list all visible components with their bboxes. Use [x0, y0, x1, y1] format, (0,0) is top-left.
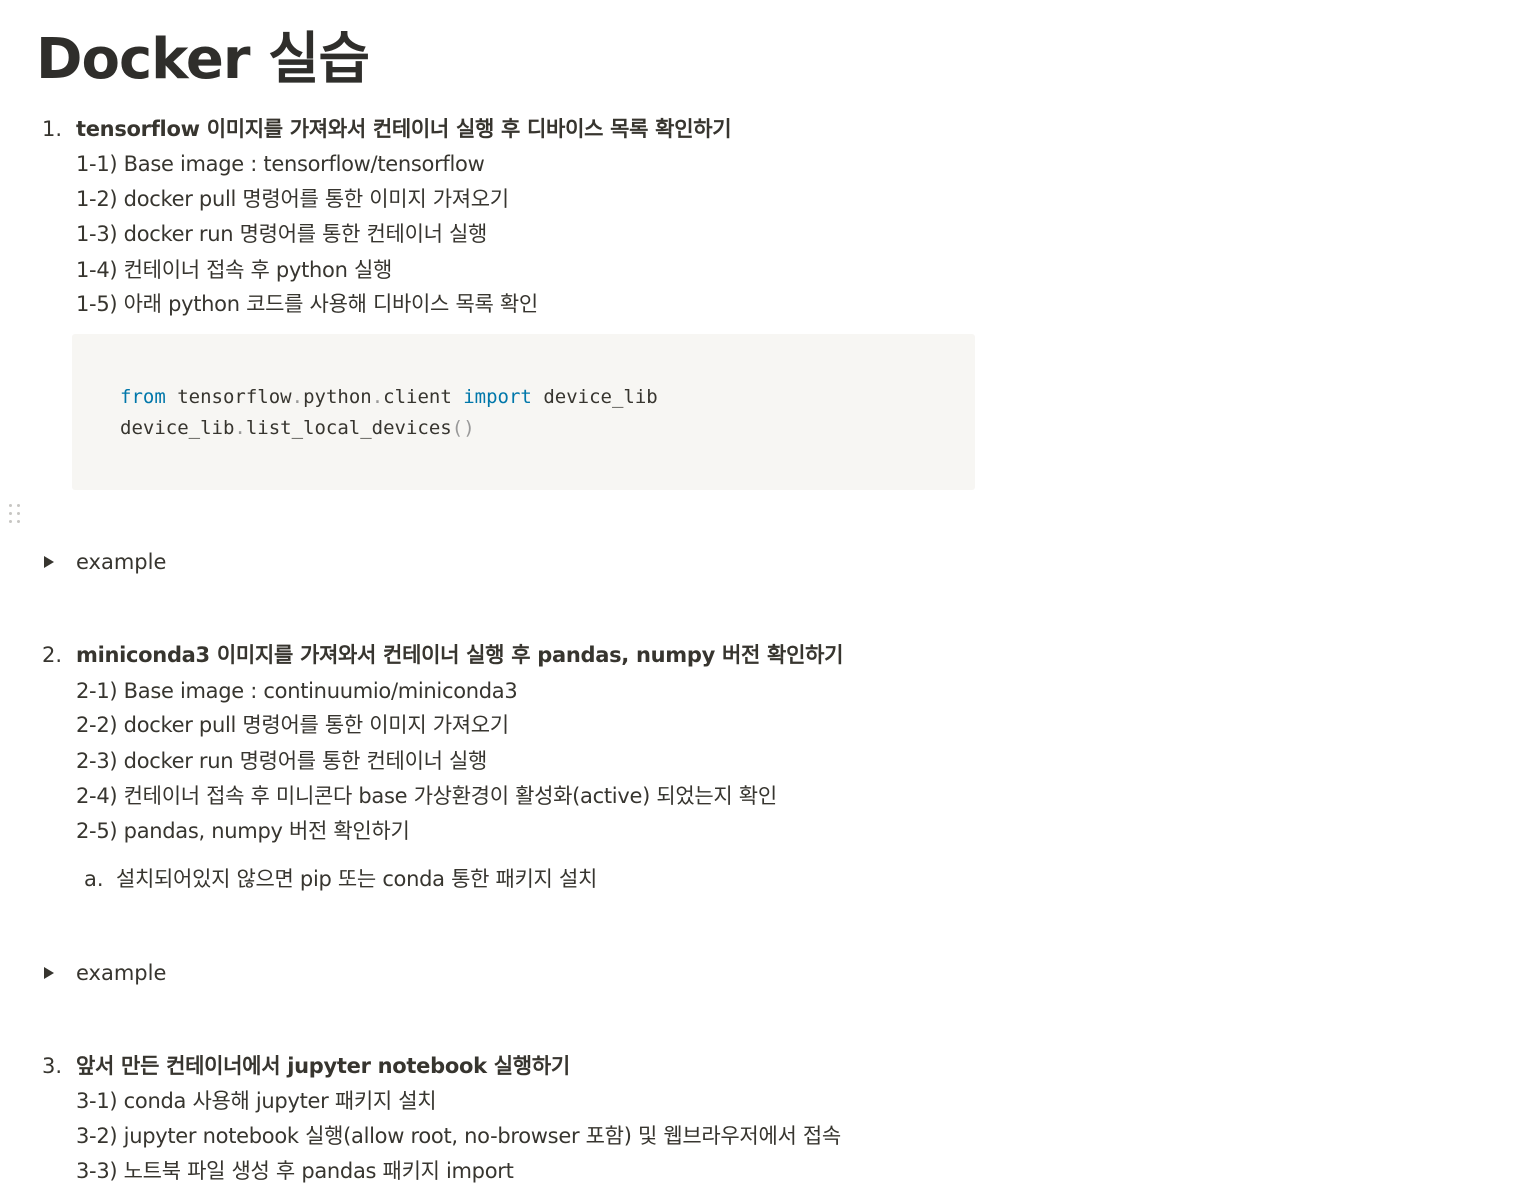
- code-keyword: import: [463, 386, 532, 408]
- code-line: device_lib.list_local_devices(): [120, 413, 475, 443]
- list-number: 3.: [42, 1054, 63, 1078]
- code-token: tensorflow: [165, 386, 292, 408]
- toggle-label: example: [76, 550, 167, 574]
- list-item: 3-3) 노트북 파일 생성 후 pandas 패키지 import: [76, 1159, 514, 1183]
- list-item: 3-2) jupyter notebook 실행(allow root, no-…: [76, 1124, 841, 1148]
- code-token: list_local_devices: [245, 417, 452, 439]
- list-item: 1-5) 아래 python 코드를 사용해 디바이스 목록 확인: [76, 292, 538, 316]
- code-punctuation: .: [291, 386, 304, 408]
- list-item: 1-4) 컨테이너 접속 후 python 실행: [76, 258, 393, 282]
- list-number: 1.: [42, 117, 63, 141]
- list-item: 3-1) conda 사용해 jupyter 패키지 설치: [76, 1089, 437, 1113]
- code-line: from tensorflow.python.client import dev…: [120, 382, 658, 412]
- code-punctuation: .: [234, 417, 246, 439]
- toggle-example-2[interactable]: example: [40, 958, 340, 988]
- drag-handle-icon[interactable]: [9, 504, 23, 528]
- code-token: device_lib: [531, 386, 658, 408]
- toggle-triangle-icon[interactable]: [44, 967, 54, 979]
- sub-list-marker: a.: [84, 867, 104, 891]
- code-punctuation: .: [371, 386, 384, 408]
- toggle-label: example: [76, 961, 167, 985]
- code-token: python: [303, 386, 372, 408]
- section-heading: 앞서 만든 컨테이너에서 jupyter notebook 실행하기: [76, 1054, 570, 1078]
- sub-list-item: 설치되어있지 않으면 pip 또는 conda 통한 패키지 설치: [116, 867, 597, 891]
- page-title: Docker 실습: [36, 27, 370, 92]
- list-item: 1-1) Base image : tensorflow/tensorflow: [76, 152, 485, 176]
- list-item: 2-2) docker pull 명령어를 통한 이미지 가져오기: [76, 713, 509, 737]
- list-item: 1-3) docker run 명령어를 통한 컨테이너 실행: [76, 222, 488, 246]
- list-number: 2.: [42, 643, 63, 667]
- list-item: 2-5) pandas, numpy 버전 확인하기: [76, 819, 410, 843]
- list-item: 1-2) docker pull 명령어를 통한 이미지 가져오기: [76, 187, 509, 211]
- list-item: 2-4) 컨테이너 접속 후 미니콘다 base 가상환경이 활성화(activ…: [76, 784, 777, 808]
- section-heading: miniconda3 이미지를 가져와서 컨테이너 실행 후 pandas, n…: [76, 643, 844, 667]
- code-punctuation: (): [451, 417, 475, 439]
- list-item: 2-1) Base image : continuumio/miniconda3: [76, 679, 518, 703]
- list-item: 2-3) docker run 명령어를 통한 컨테이너 실행: [76, 749, 488, 773]
- code-keyword: from: [120, 386, 166, 408]
- code-token: device_lib: [120, 417, 235, 439]
- section-heading: tensorflow 이미지를 가져와서 컨테이너 실행 후 디바이스 목록 확…: [76, 117, 732, 141]
- toggle-triangle-icon[interactable]: [44, 556, 54, 568]
- document-page: Docker 실습 1. tensorflow 이미지를 가져와서 컨테이너 실…: [0, 0, 1536, 1201]
- toggle-example-1[interactable]: example: [40, 547, 340, 577]
- code-block[interactable]: from tensorflow.python.client import dev…: [72, 334, 975, 490]
- code-token: client: [383, 386, 464, 408]
